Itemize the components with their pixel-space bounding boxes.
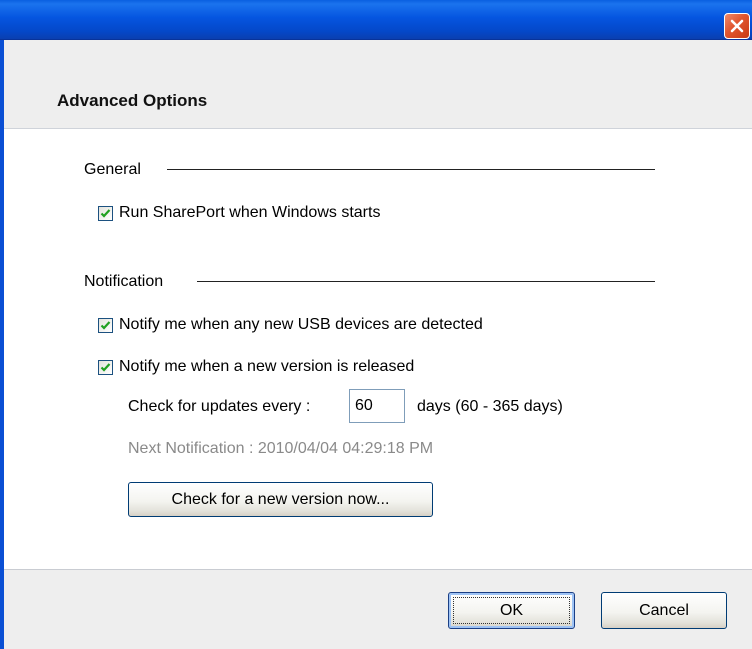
notification-section-heading: Notification: [84, 273, 164, 290]
cancel-button[interactable]: Cancel: [601, 592, 727, 629]
window-frame-left: [0, 40, 4, 649]
checkmark-icon: [100, 320, 111, 330]
check-now-button[interactable]: Check for a new version now...: [128, 482, 433, 517]
general-section-heading: General: [84, 161, 141, 178]
run-on-startup-checkbox[interactable]: [98, 205, 113, 221]
notification-divider: [197, 281, 655, 282]
notify-version-label: Notify me when a new version is released: [119, 358, 415, 375]
days-range-label: days (60 - 365 days): [417, 398, 563, 415]
notify-usb-option[interactable]: Notify me when any new USB devices are d…: [98, 314, 483, 336]
title-bar[interactable]: [0, 0, 752, 40]
next-notification-text: Next Notification : 2010/04/04 04:29:18 …: [128, 440, 434, 457]
checkmark-icon: [100, 208, 111, 218]
dialog-header: Advanced Options: [4, 40, 752, 129]
dialog-title: Advanced Options: [57, 91, 208, 110]
notify-usb-checkbox[interactable]: [98, 317, 113, 333]
close-icon: [730, 19, 744, 33]
notify-version-checkbox[interactable]: [98, 359, 113, 375]
run-on-startup-label: Run SharePort when Windows starts: [119, 204, 381, 221]
check-every-label: Check for updates every :: [128, 398, 311, 415]
notify-usb-label: Notify me when any new USB devices are d…: [119, 316, 483, 333]
focus-ring: [453, 597, 570, 624]
checkmark-icon: [100, 362, 111, 372]
notify-version-option[interactable]: Notify me when a new version is released: [98, 356, 414, 378]
update-days-input[interactable]: [349, 389, 405, 423]
ok-button[interactable]: OK: [448, 592, 575, 629]
general-divider: [167, 169, 655, 170]
close-button[interactable]: [724, 13, 750, 39]
run-on-startup-option[interactable]: Run SharePort when Windows starts: [98, 202, 380, 224]
